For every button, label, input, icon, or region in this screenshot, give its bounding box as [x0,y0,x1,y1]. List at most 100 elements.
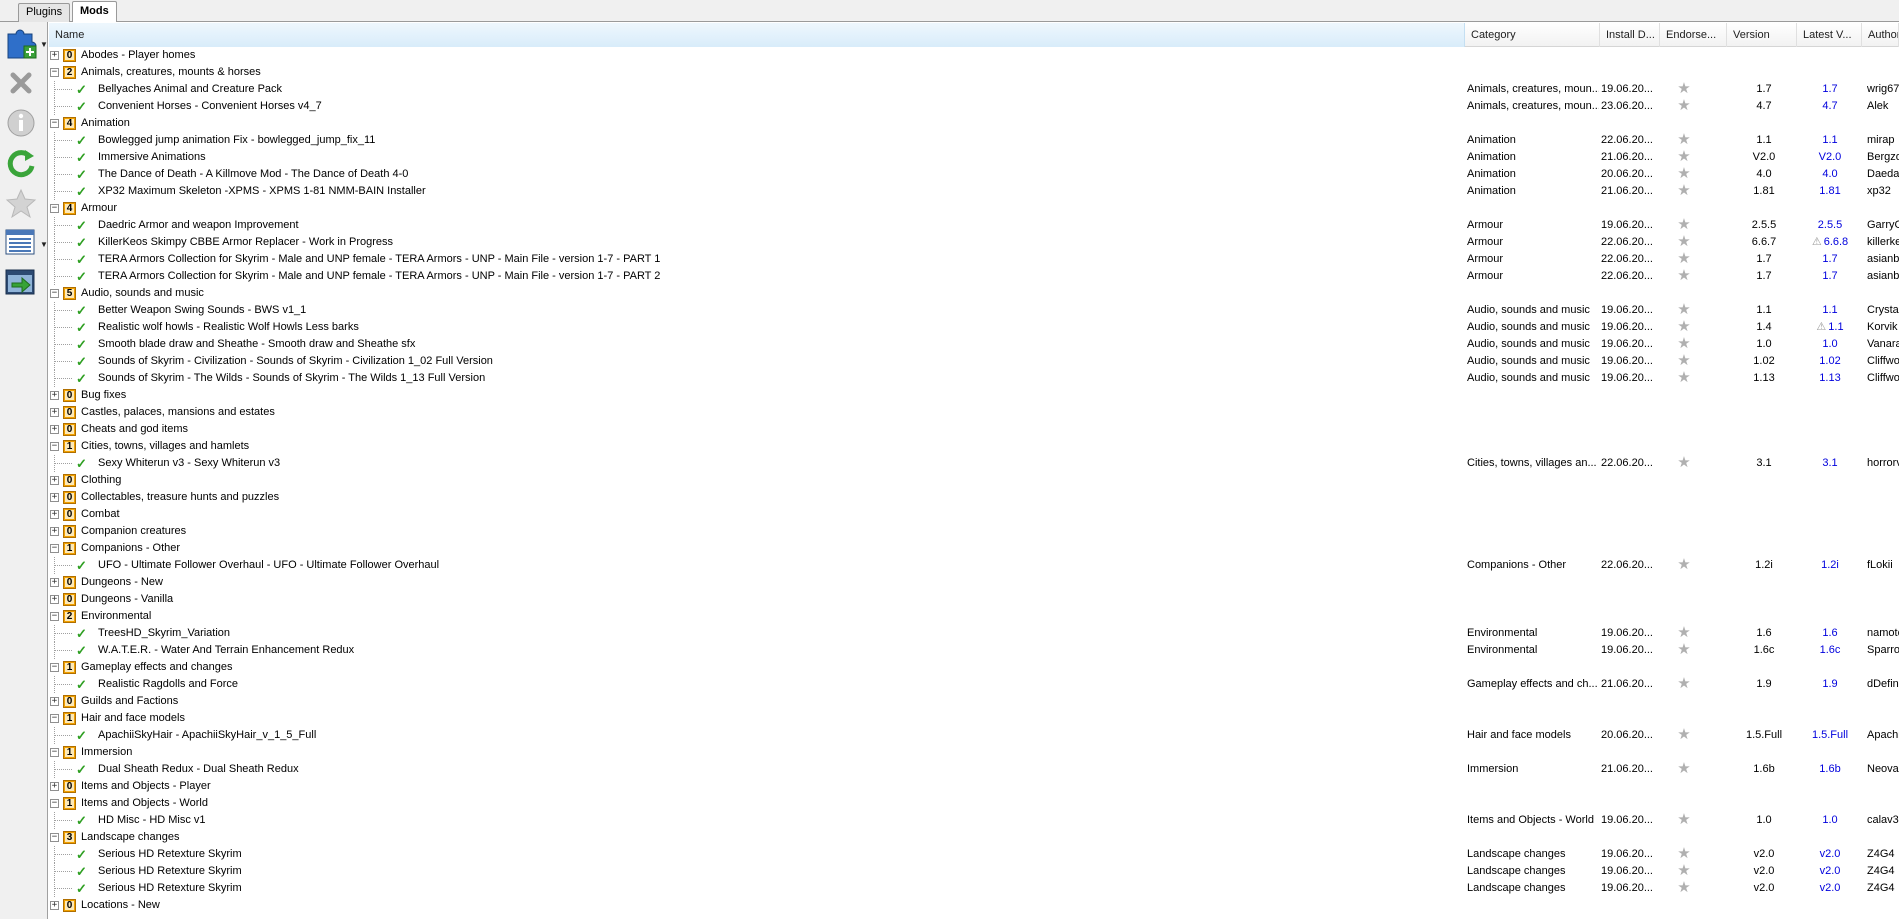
column-header-name[interactable]: Name [49,23,1465,47]
mod-row[interactable]: ✓ ApachiiSkyHair - ApachiiSkyHair_v_1_5_F… [49,727,1899,744]
mod-row[interactable]: ✓ TreesHD_Skyrim_Variation Environmental 19… [49,625,1899,642]
mod-row[interactable]: ✓ Smooth blade draw and Sheathe - Smooth … [49,336,1899,353]
mod-row[interactable]: ✓ UFO - Ultimate Follower Overhaul - UFO … [49,557,1899,574]
expand-icon[interactable]: + [50,408,59,417]
endorse-star-icon[interactable]: ★ [1674,812,1694,829]
collapse-icon[interactable]: − [50,289,59,298]
checkmark-icon[interactable]: ✓ [76,557,88,574]
mod-row[interactable]: ✓ TERA Armors Collection for Skyrim - Mal… [49,268,1899,285]
checkmark-icon[interactable]: ✓ [76,98,88,115]
category-row[interactable]: −1 Cities, towns, villages and hamlets [49,438,1899,455]
mod-info-button[interactable] [4,106,42,140]
category-row[interactable]: −1 Immersion [49,744,1899,761]
category-row[interactable]: −2 Animals, creatures, mounts & horses [49,64,1899,81]
mod-row[interactable]: ✓ Sexy Whiterun v3 - Sexy Whiterun v3 Citi… [49,455,1899,472]
column-header-endorse[interactable]: Endorse... [1660,23,1727,47]
endorse-star-icon[interactable]: ★ [1674,761,1694,778]
checkmark-icon[interactable]: ✓ [76,370,88,387]
endorse-star-icon[interactable]: ★ [1674,234,1694,251]
collapse-icon[interactable]: − [50,119,59,128]
category-row[interactable]: +0 Locations - New [49,897,1899,914]
mod-row[interactable]: ✓ Bellyaches Animal and Creature Pack Anim… [49,81,1899,98]
collapse-icon[interactable]: − [50,833,59,842]
endorse-star-icon[interactable]: ★ [1674,81,1694,98]
collapse-icon[interactable]: − [50,663,59,672]
expand-icon[interactable]: + [50,493,59,502]
column-header-latest-version[interactable]: Latest V... [1797,23,1862,47]
expand-icon[interactable]: + [50,578,59,587]
category-row[interactable]: −1 Items and Objects - World [49,795,1899,812]
endorse-button[interactable] [4,186,42,220]
endorse-star-icon[interactable]: ★ [1674,642,1694,659]
expand-icon[interactable]: + [50,425,59,434]
tab-mods[interactable]: Mods [72,1,117,22]
collapse-icon[interactable]: − [50,799,59,808]
category-row[interactable]: −1 Gameplay effects and changes [49,659,1899,676]
mod-row[interactable]: ✓ Daedric Armor and weapon Improvement Arm… [49,217,1899,234]
endorse-star-icon[interactable]: ★ [1674,370,1694,387]
mod-row[interactable]: ✓ Sounds of Skyrim - Civilization - Sound… [49,353,1899,370]
endorse-star-icon[interactable]: ★ [1674,98,1694,115]
checkmark-icon[interactable]: ✓ [76,863,88,880]
endorse-star-icon[interactable]: ★ [1674,319,1694,336]
endorse-star-icon[interactable]: ★ [1674,727,1694,744]
checkmark-icon[interactable]: ✓ [76,880,88,897]
endorse-star-icon[interactable]: ★ [1674,183,1694,200]
mod-row[interactable]: ✓ Sounds of Skyrim - The Wilds - Sounds o… [49,370,1899,387]
mod-row[interactable]: ✓ Bowlegged jump animation Fix - bowlegge… [49,132,1899,149]
mod-row[interactable]: ✓ Realistic Ragdolls and Force Gameplay ef… [49,676,1899,693]
checkmark-icon[interactable]: ✓ [76,268,88,285]
checkmark-icon[interactable]: ✓ [76,727,88,744]
checkmark-icon[interactable]: ✓ [76,336,88,353]
checkmark-icon[interactable]: ✓ [76,234,88,251]
category-row[interactable]: +0 Abodes - Player homes [49,47,1899,64]
endorse-star-icon[interactable]: ★ [1674,166,1694,183]
endorse-star-icon[interactable]: ★ [1674,880,1694,897]
categories-button[interactable]: ▼ [4,226,48,260]
collapse-icon[interactable]: − [50,714,59,723]
checkmark-icon[interactable]: ✓ [76,319,88,336]
checkmark-icon[interactable]: ✓ [76,217,88,234]
collapse-icon[interactable]: − [50,544,59,553]
expand-icon[interactable]: + [50,782,59,791]
mod-row[interactable]: ✓ Serious HD Retexture Skyrim Landscape ch… [49,863,1899,880]
mod-row[interactable]: ✓ Immersive Animations Animation 21.06.20..… [49,149,1899,166]
endorse-star-icon[interactable]: ★ [1674,557,1694,574]
mod-row[interactable]: ✓ Serious HD Retexture Skyrim Landscape ch… [49,880,1899,897]
category-row[interactable]: +0 Companion creatures [49,523,1899,540]
mod-row[interactable]: ✓ Serious HD Retexture Skyrim Landscape ch… [49,846,1899,863]
expand-icon[interactable]: + [50,595,59,604]
checkmark-icon[interactable]: ✓ [76,846,88,863]
category-row[interactable]: +0 Combat [49,506,1899,523]
checkmark-icon[interactable]: ✓ [76,149,88,166]
checkmark-icon[interactable]: ✓ [76,676,88,693]
category-row[interactable]: −3 Landscape changes [49,829,1899,846]
category-row[interactable]: +0 Dungeons - New [49,574,1899,591]
collapse-icon[interactable]: − [50,68,59,77]
check-updates-button[interactable] [4,146,42,180]
chevron-down-icon[interactable]: ▼ [40,40,48,49]
checkmark-icon[interactable]: ✓ [76,81,88,98]
expand-icon[interactable]: + [50,697,59,706]
collapse-icon[interactable]: − [50,612,59,621]
mod-row[interactable]: ✓ Convenient Horses - Convenient Horses v… [49,98,1899,115]
checkmark-icon[interactable]: ✓ [76,642,88,659]
endorse-star-icon[interactable]: ★ [1674,336,1694,353]
export-button[interactable] [4,266,42,300]
mod-row[interactable]: ✓ HD Misc - HD Misc v1 Items and Objects -… [49,812,1899,829]
mod-row[interactable]: ✓ W.A.T.E.R. - Water And Terrain Enhancem… [49,642,1899,659]
expand-icon[interactable]: + [50,476,59,485]
category-row[interactable]: −2 Environmental [49,608,1899,625]
expand-icon[interactable]: + [50,391,59,400]
endorse-star-icon[interactable]: ★ [1674,863,1694,880]
column-header-version[interactable]: Version [1727,23,1797,47]
mod-row[interactable]: ✓ The Dance of Death - A Killmove Mod - T… [49,166,1899,183]
mod-row[interactable]: ✓ TERA Armors Collection for Skyrim - Mal… [49,251,1899,268]
expand-icon[interactable]: + [50,51,59,60]
column-header-author[interactable]: Author [1862,23,1899,47]
expand-icon[interactable]: + [50,901,59,910]
category-row[interactable]: +0 Cheats and god items [49,421,1899,438]
chevron-down-icon[interactable]: ▼ [40,240,48,249]
checkmark-icon[interactable]: ✓ [76,132,88,149]
category-row[interactable]: −4 Animation [49,115,1899,132]
